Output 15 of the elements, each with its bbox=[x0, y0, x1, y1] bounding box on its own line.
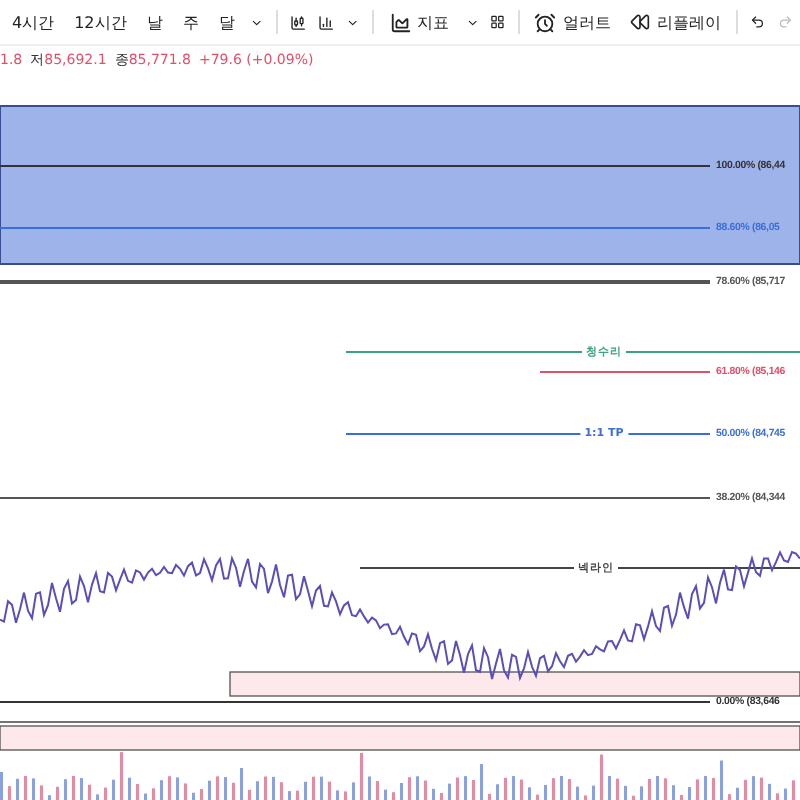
chart-icon bbox=[389, 11, 411, 33]
undo-icon[interactable] bbox=[750, 12, 766, 32]
alert-button[interactable]: 얼러트 bbox=[530, 9, 615, 35]
interval-tab[interactable]: 주 bbox=[178, 9, 203, 35]
indicators-button[interactable]: 지표 bbox=[385, 9, 453, 35]
interval-tab[interactable]: 4시간 bbox=[8, 9, 59, 35]
replay-button[interactable]: 리플레이 bbox=[626, 9, 725, 35]
candlestick-icon[interactable] bbox=[289, 11, 306, 33]
interval-tab[interactable]: 날 bbox=[142, 9, 167, 35]
rewind-icon bbox=[630, 12, 651, 32]
bar-chart-icon[interactable] bbox=[317, 11, 335, 33]
grid-icon[interactable] bbox=[490, 12, 506, 32]
alarm-clock-icon bbox=[534, 11, 557, 33]
interval-tab[interactable]: 12시간 bbox=[70, 9, 131, 35]
interval-tab[interactable]: 달 bbox=[214, 9, 239, 35]
